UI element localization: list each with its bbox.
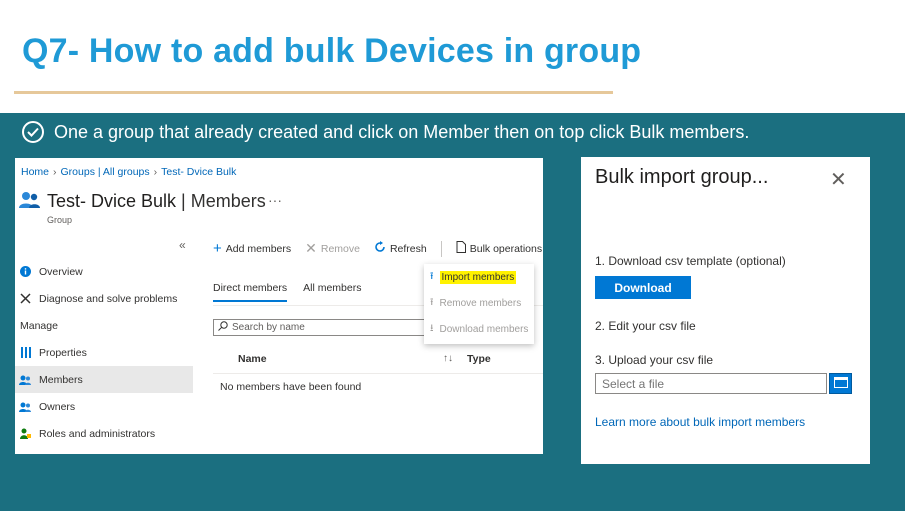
sidebar-item-members[interactable]: Members <box>15 366 193 393</box>
document-icon <box>456 241 466 256</box>
refresh-icon <box>374 241 386 256</box>
more-options-icon[interactable]: ··· <box>268 192 282 208</box>
page-title: Test- Dvice Bulk | Members <box>47 191 266 212</box>
slide-title: Q7- How to add bulk Devices in group <box>22 32 642 70</box>
step-upload-csv: 3. Upload your csv file <box>595 353 714 367</box>
menu-item-download-members[interactable]: ⭳ Download members <box>424 316 534 342</box>
sidebar-item-label: Properties <box>39 346 87 359</box>
refresh-label: Refresh <box>389 242 427 255</box>
download-button[interactable]: Download <box>595 276 691 299</box>
checkmark-circle-icon <box>22 121 44 143</box>
bulk-operations-label: Bulk operations <box>469 242 543 255</box>
close-icon: ✕ <box>305 240 317 256</box>
column-header-type[interactable]: Type <box>467 353 491 365</box>
sort-icon[interactable]: ↑↓ <box>443 353 453 364</box>
sidebar-heading-manage: Manage <box>20 319 58 332</box>
browse-file-button[interactable] <box>829 373 852 394</box>
download-icon: ⭳ <box>430 322 434 334</box>
add-members-label: Add members <box>225 242 292 255</box>
title-underline <box>14 91 613 94</box>
search-input[interactable]: Search by name <box>213 319 425 336</box>
sidebar-item-diagnose[interactable]: Diagnose and solve problems <box>15 285 193 312</box>
sidebar: Overview Diagnose and solve problems Man… <box>15 258 193 447</box>
menu-item-label: Import members <box>439 270 517 284</box>
group-users-icon <box>19 190 41 213</box>
page-title-section: Members <box>190 191 266 211</box>
instruction-text: One a group that already created and cli… <box>54 121 750 142</box>
page-header: Test- Dvice Bulk | Members <box>19 190 266 213</box>
chevron-right-icon: › <box>53 166 57 178</box>
menu-item-remove-members[interactable]: ⭱ Remove members <box>424 290 534 316</box>
header-divider <box>213 373 543 374</box>
breadcrumb: Home › Groups | All groups › Test- Dvice Bul… <box>21 166 236 178</box>
sidebar-item-label: Members <box>39 373 83 386</box>
properties-icon <box>19 347 31 358</box>
member-tabs: Direct members All members <box>213 282 361 302</box>
breadcrumb-group[interactable]: Test- Dvice Bulk <box>161 166 236 178</box>
tab-direct-members[interactable]: Direct members <box>213 282 288 302</box>
sidebar-item-owners[interactable]: Owners <box>15 393 193 420</box>
search-icon <box>218 321 228 334</box>
sidebar-item-roles[interactable]: Roles and administrators <box>15 420 193 447</box>
step-edit-csv: 2. Edit your csv file <box>595 319 696 333</box>
owners-icon <box>19 402 31 412</box>
step-download-template: 1. Download csv template (optional) <box>595 254 786 268</box>
learn-more-link[interactable]: Learn more about bulk import members <box>595 415 805 429</box>
page-title-group: Test- Dvice Bulk <box>47 191 177 211</box>
sidebar-item-properties[interactable]: Properties <box>15 339 193 366</box>
breadcrumb-groups[interactable]: Groups | All groups <box>61 166 150 178</box>
tab-all-members[interactable]: All members <box>303 282 361 302</box>
chevron-right-icon: › <box>153 166 158 178</box>
add-members-button[interactable]: + Add members <box>213 240 291 257</box>
sidebar-item-label: Overview <box>39 265 83 278</box>
info-icon <box>19 266 31 277</box>
file-select-input[interactable] <box>595 373 827 394</box>
members-icon <box>19 375 31 385</box>
empty-message: No members have been found <box>220 381 362 393</box>
sidebar-item-label: Roles and administrators <box>39 427 156 440</box>
roles-icon <box>19 428 31 439</box>
refresh-button[interactable]: Refresh <box>374 241 427 256</box>
page-subtitle: Group <box>47 215 73 225</box>
bulk-import-panel: Bulk import group... ✕ 1. Download csv t… <box>581 157 870 464</box>
plus-icon: + <box>213 240 222 257</box>
folder-icon <box>833 376 848 391</box>
toolbar-divider <box>440 240 442 257</box>
column-header-name[interactable]: Name <box>238 353 267 365</box>
upload-icon: ⭱ <box>430 296 434 308</box>
search-placeholder: Search by name <box>232 322 305 333</box>
page-title-separator: | <box>176 191 191 211</box>
menu-item-label: Remove members <box>439 297 522 309</box>
breadcrumb-home[interactable]: Home <box>21 166 49 178</box>
collapse-sidebar-icon[interactable]: « <box>179 238 186 252</box>
menu-item-import-members[interactable]: ⭱ Import members <box>424 264 534 290</box>
bulk-operations-menu: ⭱ Import members ⭱ Remove members ⭳ Down… <box>424 264 534 344</box>
bulk-operations-button[interactable]: Bulk operations <box>456 241 543 256</box>
close-icon[interactable]: ✕ <box>830 167 847 192</box>
remove-button[interactable]: ✕ Remove <box>305 240 360 257</box>
upload-icon: ⭱ <box>430 270 434 282</box>
portal-panel: Home › Groups | All groups › Test- Dvice Bul… <box>15 158 543 454</box>
toolbar: + Add members ✕ Remove Refresh Bulk oper… <box>213 240 543 257</box>
sidebar-item-label: Diagnose and solve problems <box>39 292 178 305</box>
remove-label: Remove <box>320 242 360 255</box>
sidebar-item-label: Owners <box>39 400 76 413</box>
wrench-icon <box>19 293 31 304</box>
sidebar-item-overview[interactable]: Overview <box>15 258 193 285</box>
menu-item-label: Download members <box>439 323 529 335</box>
instruction: One a group that already created and cli… <box>22 121 749 143</box>
panel-title: Bulk import group... <box>595 166 769 188</box>
